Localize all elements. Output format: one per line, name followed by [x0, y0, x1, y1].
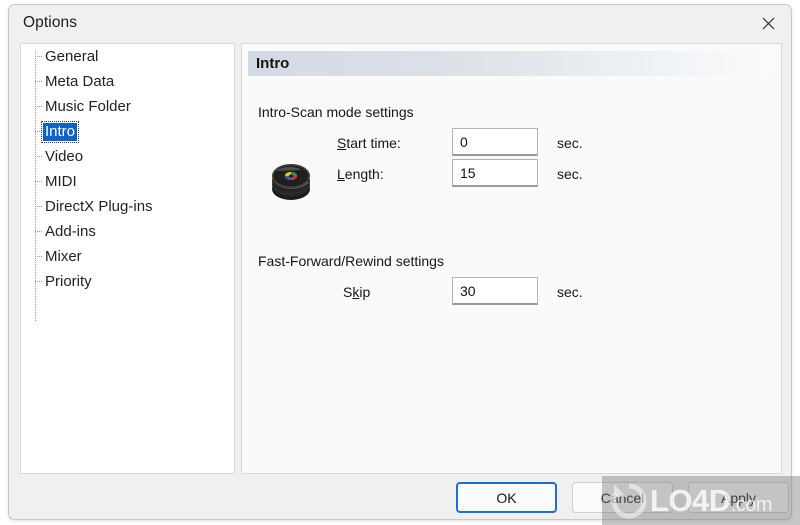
sidebar-item-label: Video [45, 147, 84, 165]
section-header: Intro [248, 51, 769, 76]
skip-unit: sec. [557, 284, 583, 300]
sidebar-item-label: Music Folder [45, 97, 131, 115]
length-unit: sec. [557, 166, 583, 182]
tree-elbow-icon [35, 231, 42, 232]
sidebar-item-label: General [45, 47, 99, 65]
close-button[interactable] [745, 5, 791, 42]
skip-label-pre: S [343, 284, 353, 300]
tree-elbow-icon [35, 106, 42, 107]
tree-elbow-icon [35, 81, 42, 82]
sidebar-item-label: Priority [45, 272, 92, 290]
ok-button[interactable]: OK [456, 482, 557, 513]
tree-elbow-icon [35, 206, 42, 207]
start-time-input[interactable] [452, 128, 538, 156]
skip-input[interactable] [452, 277, 538, 305]
start-time-label-rest: tart time: [346, 135, 401, 151]
skip-label: Skip [343, 284, 370, 300]
cancel-button[interactable]: Cancel [572, 482, 673, 513]
group-label-intro-scan: Intro-Scan mode settings [258, 104, 414, 120]
sidebar-item-label: MIDI [45, 172, 77, 190]
length-label: Length: [337, 166, 384, 182]
apply-button[interactable]: Apply [688, 482, 789, 513]
window-title: Options [23, 14, 78, 31]
start-time-accel: S [337, 135, 347, 151]
sidebar-item-mixer[interactable]: Mixer [21, 244, 234, 269]
sidebar-item-video[interactable]: Video [21, 144, 234, 169]
titlebar: Options [9, 5, 791, 43]
settings-category-tree[interactable]: General Meta Data Music Folder Intro Vid… [20, 43, 235, 474]
tree-elbow-icon [35, 181, 42, 182]
close-icon [762, 17, 775, 30]
group-label-ff-rewind: Fast-Forward/Rewind settings [258, 253, 444, 269]
length-label-rest: ength: [344, 166, 384, 182]
sidebar-item-meta-data[interactable]: Meta Data [21, 69, 234, 94]
tree-elbow-icon [35, 256, 42, 257]
page-title: Intro [256, 55, 290, 72]
sidebar-item-midi[interactable]: MIDI [21, 169, 234, 194]
sidebar-item-label: Intro [40, 120, 80, 143]
cd-stack-icon [267, 157, 315, 205]
settings-content-panel: Intro Intro-Scan mode settings Start tim… [241, 43, 782, 474]
tree-elbow-icon [35, 156, 42, 157]
length-accel: L [337, 166, 345, 182]
sidebar-item-label: Add-ins [45, 222, 96, 240]
tree-elbow-icon [35, 281, 42, 282]
sidebar-item-label: Mixer [45, 247, 82, 265]
length-input[interactable] [452, 159, 538, 187]
sidebar-item-music-folder[interactable]: Music Folder [21, 94, 234, 119]
sidebar-item-general[interactable]: General [21, 44, 234, 69]
sidebar-item-intro[interactable]: Intro [21, 119, 234, 144]
tree-elbow-icon [35, 56, 42, 57]
sidebar-item-label: Meta Data [45, 72, 115, 90]
options-dialog-window: Options General Meta Data Music Folder I… [8, 4, 792, 520]
sidebar-item-add-ins[interactable]: Add-ins [21, 219, 234, 244]
tree-elbow-icon [35, 131, 42, 132]
start-time-unit: sec. [557, 135, 583, 151]
skip-label-post: ip [359, 284, 371, 300]
start-time-label: Start time: [337, 135, 401, 151]
sidebar-item-directx-plugins[interactable]: DirectX Plug-ins [21, 194, 234, 219]
sidebar-item-priority[interactable]: Priority [21, 269, 234, 294]
sidebar-item-label: DirectX Plug-ins [45, 197, 153, 215]
